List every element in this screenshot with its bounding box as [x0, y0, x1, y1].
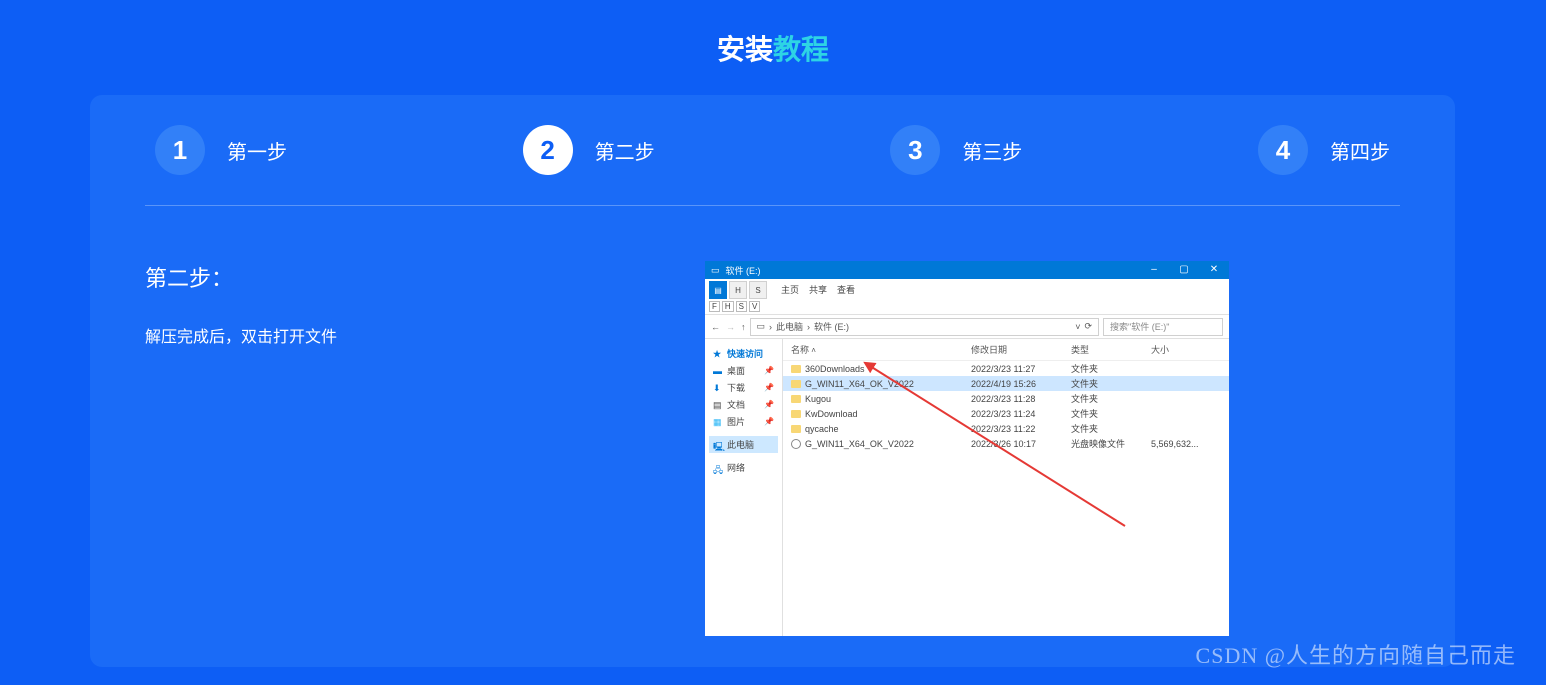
step-1-badge: 1 [155, 125, 205, 175]
step-4-badge: 4 [1258, 125, 1308, 175]
explorer-titlebar[interactable]: ▭ 软件 (E:) – ▢ ✕ [705, 261, 1229, 279]
keytip-f: F [709, 301, 720, 312]
step-4-label: 第四步 [1330, 136, 1390, 165]
file-row[interactable]: G_WIN11_X64_OK_V2022 2022/3/26 10:17光盘映像… [783, 436, 1229, 451]
step-description: 解压完成后，双击打开文件 [145, 323, 705, 347]
step-3-badge: 3 [890, 125, 940, 175]
watermark: CSDN @人生的方向随自己而走 [1196, 638, 1516, 670]
file-row[interactable]: KwDownload 2022/3/23 11:24文件夹 [783, 406, 1229, 421]
close-button[interactable]: ✕ [1199, 261, 1229, 279]
nav-buttons: ← → ↑ [711, 322, 746, 332]
keytip-h: H [722, 301, 734, 312]
col-size[interactable]: 大小 [1151, 343, 1221, 356]
search-placeholder: 搜索"软件 (E:)" [1110, 320, 1169, 333]
step-heading: 第二步： [145, 261, 705, 293]
forward-button[interactable]: → [726, 322, 735, 332]
refresh-icon[interactable]: ⟳ [1084, 321, 1092, 332]
step-3[interactable]: 3 第三步 [890, 125, 1022, 175]
step-text: 第二步： 解压完成后，双击打开文件 [145, 261, 705, 636]
step-4[interactable]: 4 第四步 [1258, 125, 1390, 175]
folder-icon [791, 410, 801, 418]
drive-icon: ▭ [711, 265, 720, 276]
step-2-badge: 2 [523, 125, 573, 175]
step-2[interactable]: 2 第二步 [523, 125, 655, 175]
sidebar-desktop[interactable]: ▬桌面📌 [709, 362, 778, 379]
explorer-body: ★快速访问 ▬桌面📌 ⬇下载📌 ▤文档📌 ▦图片📌 🖳此电脑 🖧网络 名称 修改… [705, 339, 1229, 636]
page-title: 安装教程 [0, 0, 1546, 68]
ribbon-tabs: 主页 共享 查看 [781, 281, 855, 296]
sidebar-downloads[interactable]: ⬇下载📌 [709, 379, 778, 396]
folder-icon [791, 365, 801, 373]
step-3-label: 第三步 [962, 136, 1022, 165]
file-row[interactable]: Kugou 2022/3/23 11:28文件夹 [783, 391, 1229, 406]
ribbon-tab-view[interactable]: 查看 [837, 283, 855, 296]
col-date[interactable]: 修改日期 [971, 343, 1071, 356]
sidebar-network[interactable]: 🖧网络 [709, 459, 778, 476]
keytip-s: S [736, 301, 747, 312]
step-1-label: 第一步 [227, 136, 287, 165]
step-2-label: 第二步 [595, 136, 655, 165]
file-row[interactable]: 360Downloads 2022/3/23 11:27文件夹 [783, 361, 1229, 376]
title-part2: 教程 [773, 34, 829, 65]
dropdown-icon[interactable]: ˅ [1075, 322, 1080, 332]
ribbon-tab-share[interactable]: 共享 [809, 283, 827, 296]
ribbon-tab-home[interactable]: 主页 [781, 283, 799, 296]
folder-icon [791, 380, 801, 388]
maximize-button[interactable]: ▢ [1169, 261, 1199, 279]
explorer-title: 软件 (E:) [726, 264, 761, 277]
ribbon-file-tile[interactable]: ▤ [709, 281, 727, 299]
explorer-addressbar: ← → ↑ ▭ › 此电脑 › 软件 (E:) ˅ ⟳ 搜索"软件 (E:)" [705, 315, 1229, 339]
ribbon-tile-1[interactable]: H [729, 281, 747, 299]
column-headers[interactable]: 名称 修改日期 类型 大小 [783, 339, 1229, 361]
ribbon-keytips: F H S V [709, 301, 760, 312]
sidebar-this-pc[interactable]: 🖳此电脑 [709, 436, 778, 453]
sidebar-documents[interactable]: ▤文档📌 [709, 396, 778, 413]
sidebar-pictures[interactable]: ▦图片📌 [709, 413, 778, 430]
file-list: 名称 修改日期 类型 大小 360Downloads 2022/3/23 11:… [783, 339, 1229, 636]
keytip-v: V [749, 301, 760, 312]
step-content: 第二步： 解压完成后，双击打开文件 ▭ 软件 (E:) – ▢ ✕ ▤ H S … [145, 206, 1400, 636]
title-part1: 安装 [717, 34, 773, 65]
explorer-ribbon: ▤ H S 主页 共享 查看 F H S V [705, 279, 1229, 315]
folder-icon [791, 425, 801, 433]
back-button[interactable]: ← [711, 322, 720, 332]
folder-icon [791, 395, 801, 403]
file-row[interactable]: qycache 2022/3/23 11:22文件夹 [783, 421, 1229, 436]
file-explorer-window: ▭ 软件 (E:) – ▢ ✕ ▤ H S 主页 共享 查看 F H [705, 261, 1229, 636]
address-path[interactable]: ▭ › 此电脑 › 软件 (E:) ˅ ⟳ [750, 318, 1100, 336]
step-1[interactable]: 1 第一步 [155, 125, 287, 175]
iso-icon [791, 439, 801, 449]
sidebar-quick-access[interactable]: ★快速访问 [709, 345, 778, 362]
col-type[interactable]: 类型 [1071, 343, 1151, 356]
search-input[interactable]: 搜索"软件 (E:)" [1103, 318, 1223, 336]
file-row-selected[interactable]: G_WIN11_X64_OK_V2022 2022/4/19 15:26文件夹 [783, 376, 1229, 391]
explorer-sidebar: ★快速访问 ▬桌面📌 ⬇下载📌 ▤文档📌 ▦图片📌 🖳此电脑 🖧网络 [705, 339, 783, 636]
path-current[interactable]: 软件 (E:) [814, 320, 849, 333]
ribbon-tile-2[interactable]: S [749, 281, 767, 299]
pc-icon: ▭ [757, 321, 766, 332]
tutorial-card: 1 第一步 2 第二步 3 第三步 4 第四步 第二步： 解压完成后，双击打开文… [90, 95, 1455, 667]
minimize-button[interactable]: – [1139, 261, 1169, 279]
col-name[interactable]: 名称 [791, 343, 971, 356]
path-root[interactable]: 此电脑 [776, 320, 803, 333]
step-tabs: 1 第一步 2 第二步 3 第三步 4 第四步 [145, 125, 1400, 206]
up-button[interactable]: ↑ [741, 322, 746, 332]
